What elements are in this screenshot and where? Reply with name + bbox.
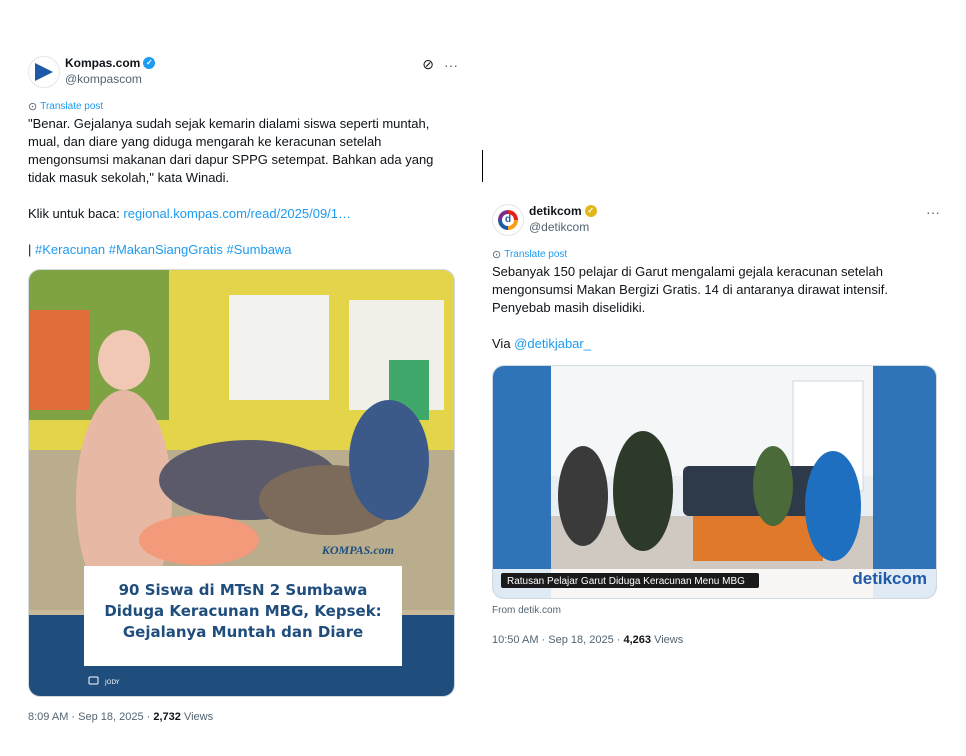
tweet-image[interactable]: KOMPAS.com 90 Siswa di MTsN 2 Sumbawa Di… <box>28 269 455 697</box>
card-source[interactable]: From detik.com <box>492 605 940 616</box>
detik-watermark: detikcom <box>852 569 927 588</box>
text-line: mengonsumsi makanan dari dapur SPPG sete… <box>28 152 434 167</box>
tweet-header: d detikcom ✓ @detikcom ··· <box>492 200 940 244</box>
text-line: tidak masuk sekolah," kata Winadi. <box>28 170 230 185</box>
views-label: Views <box>180 711 214 723</box>
more-icon[interactable]: ··· <box>926 204 940 220</box>
translate-post-link[interactable]: ⊙ Translate post <box>492 248 940 261</box>
kompas-logo-icon <box>35 63 53 81</box>
photo-credit: JODY <box>104 679 120 686</box>
verified-badge-icon: ✓ <box>584 205 597 217</box>
article-link[interactable]: regional.kompas.com/read/2025/09/1… <box>123 206 351 221</box>
tweet-meta: 10:50 AM · Sep 18, 2025 · 4,263 Views <box>492 634 940 646</box>
tweet-detik: d detikcom ✓ @detikcom ··· ⊙ Translate p… <box>492 200 940 646</box>
text-line: Penyebab masih diselidiki. <box>492 300 646 315</box>
mention-link[interactable]: @detikjabar_ <box>514 336 591 351</box>
text-line: Sebanyak 150 pelajar di Garut mengalami … <box>492 264 883 279</box>
more-icon[interactable]: ··· <box>444 57 458 73</box>
text-line: "Benar. Gejalanya sudah sejak kemarin di… <box>28 116 430 131</box>
kompas-watermark: KOMPAS.com <box>321 543 394 557</box>
image-headline-line: Gejalanya Muntah dan Diare <box>123 623 363 641</box>
via-prefix: Via <box>492 336 515 351</box>
views-count: 2,732 <box>153 711 181 723</box>
text-line: mengonsumsi Makan Bergizi Gratis. 14 di … <box>492 282 888 297</box>
avatar[interactable]: d <box>492 204 524 236</box>
views-label: Views <box>651 634 684 646</box>
avatar[interactable] <box>28 56 60 88</box>
verified-badge-icon: ✓ <box>143 57 156 69</box>
translate-label: Translate post <box>40 101 104 112</box>
translate-label: Translate post <box>504 249 568 260</box>
timestamp[interactable]: 10:50 AM · Sep 18, 2025 · <box>492 634 623 646</box>
user-handle[interactable]: @kompascom <box>65 72 155 86</box>
text-cursor <box>482 150 483 182</box>
tweet-kompas: Kompas.com ✓ @kompascom ⊘ ··· ⊙ Translat… <box>28 52 458 723</box>
image-headline-line: 90 Siswa di MTsN 2 Sumbawa <box>119 581 368 599</box>
user-handle[interactable]: @detikcom <box>529 220 597 234</box>
hashtags[interactable]: #Keracunan #MakanSiangGratis #Sumbawa <box>35 242 292 257</box>
tweet-text: "Benar. Gejalanya sudah sejak kemarin di… <box>28 115 458 259</box>
translate-post-link[interactable]: ⊙ Translate post <box>28 100 458 113</box>
tweet-header: Kompas.com ✓ @kompascom ⊘ ··· <box>28 52 458 96</box>
display-name[interactable]: detikcom <box>529 204 582 218</box>
text-line: mual, dan diare yang diduga mengarah ke … <box>28 134 382 149</box>
tweet-image[interactable]: Ratusan Pelajar Garut Diduga Keracunan M… <box>492 365 937 599</box>
grok-icon[interactable]: ⊘ <box>422 56 434 73</box>
hashtag-prefix: | <box>28 242 35 257</box>
image-headline-line: Diduga Keracunan MBG, Kepsek: <box>104 602 381 620</box>
globe-icon: ⊙ <box>28 101 38 113</box>
link-prefix: Klik untuk baca: <box>28 206 124 221</box>
timestamp[interactable]: 8:09 AM · Sep 18, 2025 · <box>28 711 153 723</box>
tweet-text: Sebanyak 150 pelajar di Garut mengalami … <box>492 263 940 353</box>
globe-icon: ⊙ <box>492 249 502 261</box>
views-count: 4,263 <box>623 634 652 646</box>
tweet-meta: 8:09 AM · Sep 18, 2025 · 2,732 Views <box>28 711 458 723</box>
image-caption: Ratusan Pelajar Garut Diduga Keracunan M… <box>507 576 745 587</box>
detik-logo-icon: d <box>498 210 518 230</box>
display-name[interactable]: Kompas.com <box>65 56 140 70</box>
